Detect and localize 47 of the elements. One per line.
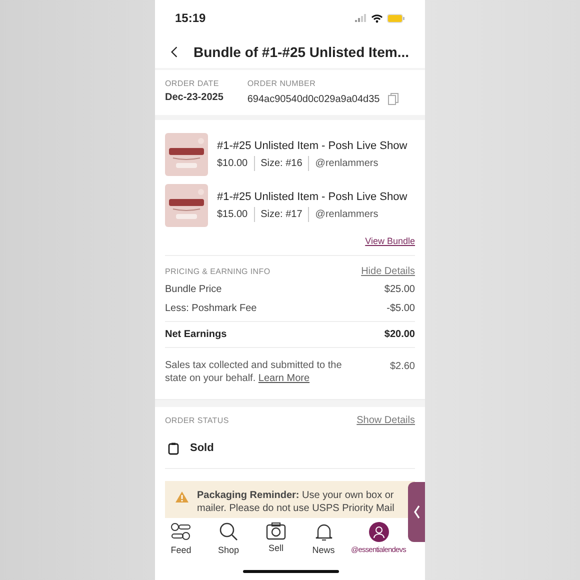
wifi-icon xyxy=(371,14,383,22)
packaging-reminder: Packaging Reminder: Use your own box or mailer. Please do not use USPS Priority Mail xyxy=(197,488,396,516)
show-details-link[interactable]: Show Details xyxy=(356,413,415,428)
view-bundle-link[interactable]: View Bundle xyxy=(365,235,415,248)
item-size: Size: #16 xyxy=(254,156,310,172)
chevron-left-icon xyxy=(414,505,420,519)
hide-details-link[interactable]: Hide Details xyxy=(361,264,415,279)
side-panel-handle[interactable] xyxy=(408,482,425,542)
profile-avatar-icon xyxy=(368,522,388,542)
tab-bar-item[interactable]: Feed xyxy=(161,522,201,558)
seller-handle: @renlammers xyxy=(314,157,378,172)
status-time: 15:19 xyxy=(175,10,206,27)
section-heading: PRICING & EARNING INFO xyxy=(165,266,270,278)
back-icon[interactable] xyxy=(171,45,178,59)
order-number: 694ac90540d0c029a9a04d35 xyxy=(247,93,380,107)
camera-icon xyxy=(266,522,286,540)
battery-icon xyxy=(387,14,405,22)
item-price: $10.00 xyxy=(217,156,255,172)
tab-bar-item[interactable]: News xyxy=(304,522,344,558)
item-title: #1-#25 Unlisted Item - Posh Live Show xyxy=(217,138,408,154)
tab-bar-item[interactable]: Shop xyxy=(208,522,248,558)
item-price: $15.00 xyxy=(217,207,255,222)
price-value: -$5.00 xyxy=(386,302,415,316)
item-title: #1-#25 Unlisted Item - Posh Live Show xyxy=(217,190,408,205)
bell-icon xyxy=(314,522,332,542)
price-value: $25.00 xyxy=(384,282,415,296)
price-label: Bundle Price xyxy=(165,282,222,296)
field-label: ORDER NUMBER xyxy=(247,78,317,90)
order-status: Sold xyxy=(190,440,214,456)
price-label: Less: Poshmark Fee xyxy=(165,302,257,316)
learn-more-link[interactable]: Learn More xyxy=(258,372,310,384)
tax-note: Sales tax collected and submitted to the state on your behalf. Learn More xyxy=(165,358,343,384)
clipboard-icon xyxy=(168,442,179,454)
order-date: Dec-23-2025 xyxy=(165,91,224,105)
price-value: $20.00 xyxy=(384,328,415,342)
tax-amount: $2.60 xyxy=(390,360,415,374)
warning-icon xyxy=(175,490,189,502)
price-label: Net Earnings xyxy=(165,328,227,342)
item-size: Size: #17 xyxy=(254,207,310,222)
field-label: ORDER DATE xyxy=(165,78,220,90)
page-title: Bundle of #1-#25 Unlisted Item... xyxy=(194,42,409,62)
section-heading: ORDER STATUS xyxy=(165,414,229,426)
seller-handle: @renlammers xyxy=(314,208,378,222)
tab-bar-item[interactable]: Sell xyxy=(256,522,296,558)
feed-icon xyxy=(170,522,192,542)
signal-icon xyxy=(355,14,367,22)
search-icon xyxy=(218,522,238,542)
